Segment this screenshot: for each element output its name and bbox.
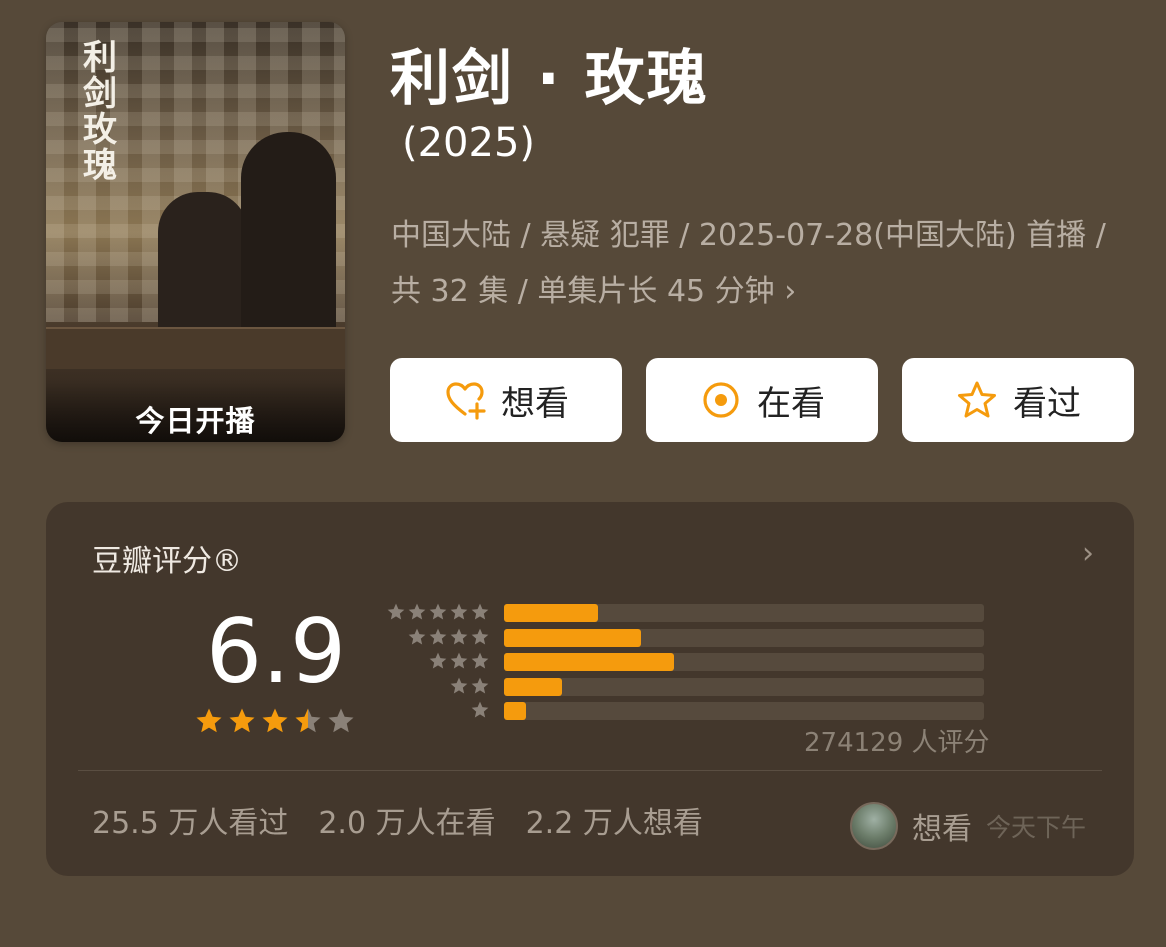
distribution-bar-track <box>504 628 984 647</box>
divider <box>78 770 1102 771</box>
star-small-icon <box>387 603 405 620</box>
star-empty-icon <box>328 708 354 733</box>
stat-watched: 25.5 万人看过 <box>92 806 289 841</box>
distribution-stars <box>428 651 490 671</box>
star-filled-icon <box>196 708 222 733</box>
heart-plus-icon <box>446 382 486 420</box>
star-small-icon <box>471 701 489 718</box>
star-small-icon <box>471 603 489 620</box>
distribution-bar-fill <box>504 628 641 647</box>
rating-card: 豆瓣评分® › 6.9 274129 人评分 25.5 万人看过 2.0 万人在… <box>46 502 1134 876</box>
distribution-row-5-star <box>382 602 986 624</box>
rating-title: 豆瓣评分® <box>92 544 242 579</box>
distribution-row-3-star <box>382 651 986 673</box>
meta-info[interactable]: 中国大陆 / 悬疑 犯罪 / 2025-07-28(中国大陆) 首播 / 共 3… <box>391 208 1131 320</box>
watched-button[interactable]: 看过 <box>902 358 1134 442</box>
want-to-watch-button[interactable]: 想看 <box>390 358 622 442</box>
star-half-icon <box>295 708 321 733</box>
distribution-stars <box>386 602 490 622</box>
star-small-icon <box>429 603 447 620</box>
star-small-icon <box>471 652 489 669</box>
star-filled-icon <box>229 708 255 733</box>
poster-figure-man <box>241 132 336 342</box>
meta-text: 中国大陆 / 悬疑 犯罪 / 2025-07-28(中国大陆) 首播 / 共 3… <box>391 218 1106 309</box>
distribution-bar-fill <box>504 604 598 622</box>
distribution-bar-track <box>504 604 984 622</box>
distribution-bar-track <box>504 677 984 696</box>
chevron-right-icon: › <box>784 274 797 309</box>
star-small-icon <box>450 603 468 620</box>
stat-want: 2.2 万人想看 <box>525 806 703 841</box>
poster-badge: 今日开播 <box>46 382 345 442</box>
user-status-time: 今天下午 <box>985 813 1086 842</box>
star-small-icon <box>408 603 426 620</box>
distribution-row-4-star <box>382 627 986 649</box>
distribution-stars <box>407 627 490 647</box>
star-small-icon <box>429 628 447 644</box>
star-small-icon <box>450 677 468 693</box>
distribution-stars <box>449 676 490 696</box>
distribution-bar-fill <box>504 702 526 720</box>
target-icon <box>703 382 739 418</box>
watching-label: 在看 <box>757 383 825 424</box>
page-title: 利剑 · 玫瑰 <box>390 44 709 114</box>
avatar <box>849 802 898 850</box>
star-small-icon <box>471 677 489 693</box>
distribution-bar-fill <box>504 653 675 671</box>
star-small-icon <box>408 628 426 644</box>
stats-row: 25.5 万人看过 2.0 万人在看 2.2 万人想看 <box>92 798 703 842</box>
star-small-icon <box>450 652 468 669</box>
watching-button[interactable]: 在看 <box>646 358 878 442</box>
distribution-row-2-star <box>382 676 986 698</box>
star-small-icon <box>429 652 447 669</box>
distribution-row-1-star <box>382 700 986 722</box>
star-small-icon <box>471 628 489 644</box>
distribution-bar-track <box>504 653 984 671</box>
rating-stars <box>194 706 356 736</box>
poster-figure-woman <box>158 192 248 342</box>
distribution-stars <box>470 700 490 720</box>
watched-label: 看过 <box>1013 383 1081 424</box>
rating-count: 274129 人评分 <box>804 728 990 758</box>
chevron-right-icon[interactable]: › <box>1082 536 1094 571</box>
poster-title-lettering: 利剑玫瑰 <box>83 38 117 186</box>
poster-desk <box>46 327 345 369</box>
star-outline-icon <box>958 381 996 418</box>
poster-badge-label: 今日开播 <box>135 404 256 438</box>
user-status-label: 想看 <box>911 812 972 847</box>
release-year: (2025) <box>402 120 536 166</box>
distribution-bar-track <box>504 702 984 720</box>
poster-image[interactable]: 利剑玫瑰 今日开播 <box>46 22 345 442</box>
want-to-watch-label: 想看 <box>501 383 569 424</box>
star-filled-icon <box>262 708 288 733</box>
user-status[interactable]: 想看 今天下午 <box>849 802 1086 850</box>
stat-watching: 2.0 万人在看 <box>318 806 496 841</box>
distribution-bar-fill <box>504 677 562 696</box>
rating-score: 6.9 <box>206 600 346 703</box>
star-small-icon <box>450 628 468 644</box>
